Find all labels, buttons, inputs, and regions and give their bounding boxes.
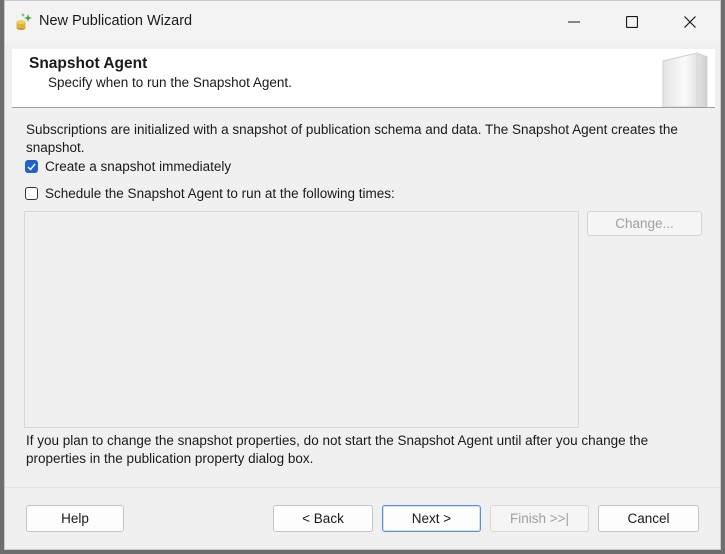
- window-title: New Publication Wizard: [39, 13, 193, 29]
- wizard-window: New Publication Wizard Snapshot Agent Sp…: [4, 0, 721, 550]
- maximize-icon: [626, 16, 638, 28]
- page-title: Snapshot Agent: [29, 55, 148, 72]
- close-button[interactable]: [661, 1, 719, 43]
- page-header: Snapshot Agent Specify when to run the S…: [12, 49, 715, 108]
- snapshot-properties-note: If you plan to change the snapshot prope…: [26, 433, 649, 466]
- maximize-button[interactable]: [603, 1, 661, 43]
- publication-wizard-icon: [14, 12, 34, 32]
- schedule-snapshot-checkbox[interactable]: [25, 187, 38, 200]
- cancel-button[interactable]: Cancel: [598, 505, 699, 532]
- close-icon: [684, 16, 696, 28]
- create-snapshot-label: Create a snapshot immediately: [45, 159, 232, 174]
- minimize-icon: [568, 16, 580, 28]
- create-snapshot-option[interactable]: Create a snapshot immediately: [25, 159, 231, 174]
- create-snapshot-checkbox[interactable]: [25, 160, 38, 173]
- minimize-button[interactable]: [545, 1, 603, 43]
- checkmark-icon: [27, 159, 36, 174]
- page-subtitle: Specify when to run the Snapshot Agent.: [48, 75, 292, 90]
- schedule-snapshot-option[interactable]: Schedule the Snapshot Agent to run at th…: [25, 186, 395, 201]
- title-bar: New Publication Wizard: [5, 1, 720, 43]
- footer-separator: [5, 487, 720, 488]
- next-button[interactable]: Next >: [382, 505, 481, 532]
- back-button[interactable]: < Back: [273, 505, 373, 532]
- schedule-snapshot-label: Schedule the Snapshot Agent to run at th…: [45, 186, 395, 201]
- schedule-description-box: [24, 211, 579, 428]
- change-schedule-button[interactable]: Change...: [587, 211, 702, 236]
- snapshot-description: Subscriptions are initialized with a sna…: [26, 122, 678, 155]
- wizard-banner-graphic-icon: [657, 51, 711, 110]
- help-button[interactable]: Help: [26, 505, 124, 532]
- finish-button[interactable]: Finish >>|: [490, 505, 589, 532]
